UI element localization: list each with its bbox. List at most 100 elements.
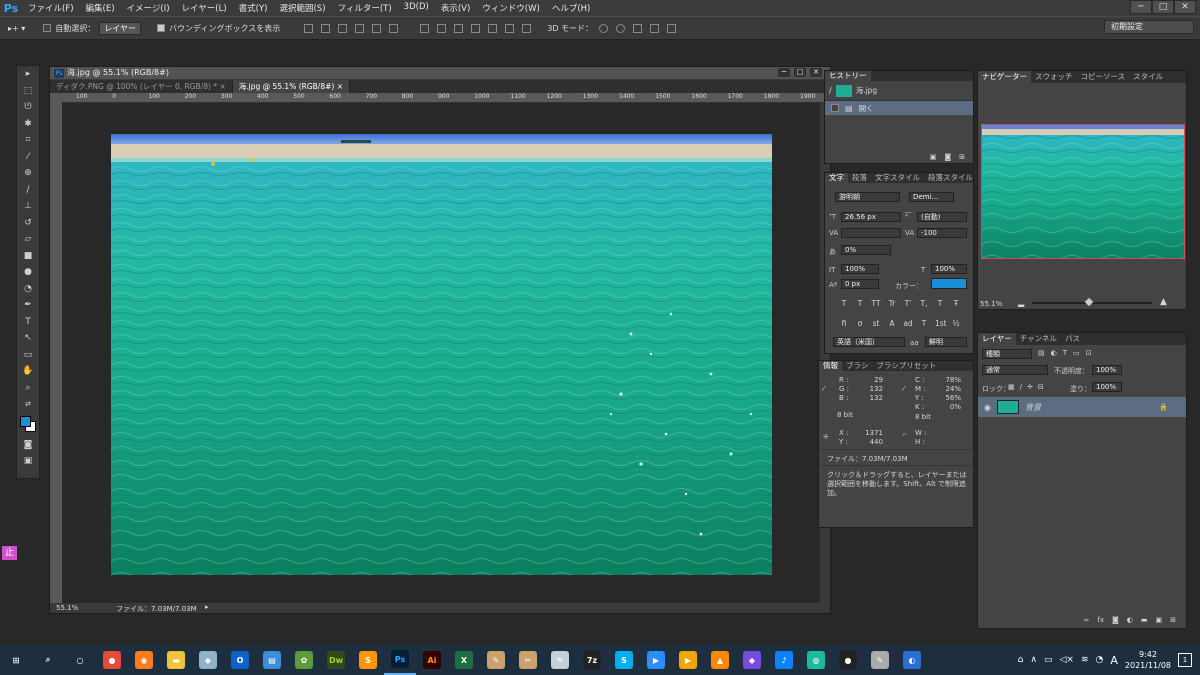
clock[interactable]: 9:42 2021/11/08 — [1125, 649, 1171, 671]
eyedropper-tool-icon[interactable]: ⁄ — [17, 149, 39, 166]
path-select-tool-icon[interactable]: ↖ — [17, 330, 39, 347]
file-size-info[interactable]: ファイル：7.03M/7.03M — [116, 604, 197, 614]
taskbar-illustrator[interactable]: Ai — [416, 645, 448, 675]
tracking-field[interactable]: -100 — [917, 228, 967, 238]
new-document-icon[interactable]: ▣ — [930, 153, 937, 161]
tray-chevron-icon[interactable]: ∧ — [1030, 655, 1037, 665]
blend-mode-dropdown[interactable]: 通常 — [982, 365, 1048, 375]
color-swatches[interactable] — [17, 413, 39, 437]
taskbar-explorer[interactable]: ▬ — [160, 645, 192, 675]
taskbar-app3[interactable]: ✿ — [288, 645, 320, 675]
taskbar-cortana[interactable]: ○ — [64, 645, 96, 675]
ime-badge[interactable]: 止 — [2, 546, 17, 560]
tab-didaku[interactable]: ディダク.PNG @ 100% (レイヤー 0, RGB/8) * × — [50, 80, 233, 93]
align-bottom-icon[interactable] — [338, 23, 348, 33]
auto-select-checkbox[interactable] — [43, 24, 52, 32]
taskbar-skype[interactable]: S — [608, 645, 640, 675]
menu-item-5[interactable]: 選択範囲(S) — [273, 2, 331, 14]
marquee-tool-icon[interactable]: ⬚ — [17, 83, 39, 100]
tray-people-icon[interactable]: ⌂ — [1018, 655, 1024, 665]
zoom-out-icon[interactable]: ▂ — [1018, 298, 1024, 307]
tray-wifi-icon[interactable]: ◔ — [1096, 655, 1104, 665]
taskbar-photoshop[interactable]: Ps — [384, 645, 416, 675]
tab-info[interactable]: 情報 — [819, 361, 842, 371]
type-style-button[interactable]: T' — [903, 299, 913, 308]
taskbar-app2[interactable]: ▤ — [256, 645, 288, 675]
move-tool-icon[interactable]: ▸+ ▾ — [8, 24, 25, 33]
rgb-eyedropper-icon[interactable]: ⁄ — [823, 385, 824, 393]
tab-close-icon[interactable]: × — [337, 82, 343, 91]
taskbar-vlc[interactable]: ▲ — [704, 645, 736, 675]
ruler-corner[interactable] — [50, 93, 62, 103]
tab-umi[interactable]: 海.jpg @ 55.1% (RGB/8#) × — [232, 80, 351, 93]
tab-swatches[interactable]: スウォッチ — [1031, 71, 1077, 83]
tray-network-icon[interactable]: ≋ — [1081, 655, 1089, 665]
fx-icon[interactable]: fx — [1097, 616, 1104, 624]
taskbar-7zip[interactable]: 7z — [576, 645, 608, 675]
layer-filter-dropdown[interactable]: 種類 — [982, 349, 1032, 359]
layer-row[interactable]: ◉ 背景 🔒 — [978, 397, 1186, 417]
close-button[interactable]: ✕ — [1174, 0, 1196, 14]
menu-item-9[interactable]: ウィンドウ(W) — [476, 2, 546, 14]
healing-brush-tool-icon[interactable]: ⊕ — [17, 165, 39, 182]
taskbar-windows[interactable]: ⊞ — [0, 645, 32, 675]
pen-tool-icon[interactable]: ✒ — [17, 297, 39, 314]
filter-smart-icon[interactable]: ⊡ — [1086, 349, 1092, 357]
swap-colors-icon[interactable]: ⇄ — [17, 396, 39, 413]
cmyk-eyedropper-icon[interactable]: ⁄ — [903, 385, 904, 393]
trash-icon[interactable]: ⊞ — [959, 153, 965, 161]
taskbar-app10[interactable]: ● — [832, 645, 864, 675]
tab-paragraph[interactable]: 段落 — [848, 173, 871, 183]
sea-photo[interactable] — [111, 134, 772, 575]
opentype-button[interactable]: st — [871, 319, 881, 328]
text-color-swatch[interactable] — [931, 278, 967, 289]
distribute-right-icon[interactable] — [505, 23, 515, 33]
workspace-dropdown[interactable]: 初期設定 — [1104, 20, 1194, 34]
distribute-bottom-icon[interactable] — [454, 23, 464, 33]
filter-type-icon[interactable]: T — [1063, 349, 1067, 357]
lock-pixels-icon[interactable]: ∕ — [1020, 383, 1022, 391]
history-item[interactable]: ▤ 開く — [825, 101, 973, 115]
taskbar-itunes[interactable]: ♪ — [768, 645, 800, 675]
taskbar-dreamweaver[interactable]: Dw — [320, 645, 352, 675]
tray-battery-icon[interactable]: ▭ — [1044, 655, 1053, 665]
layer-name[interactable]: 背景 — [1025, 402, 1041, 413]
opentype-button[interactable]: fi — [839, 319, 849, 328]
taskbar-app9[interactable]: ◍ — [800, 645, 832, 675]
delete-layer-icon[interactable]: ⊞ — [1170, 616, 1176, 624]
horizontal-scale-field[interactable]: 100% — [931, 264, 967, 274]
hand-tool-icon[interactable]: ✋ — [17, 363, 39, 380]
font-family-dropdown[interactable]: 游明朝 — [835, 192, 900, 202]
menu-item-10[interactable]: ヘルプ(H) — [546, 2, 597, 14]
camera-icon[interactable]: ◙ — [944, 153, 951, 161]
type-style-button[interactable]: T — [935, 299, 945, 308]
move-tool-icon[interactable]: ▸ — [17, 66, 39, 83]
taskbar-app12[interactable]: ◐ — [896, 645, 928, 675]
document-title-bar[interactable]: Ps 海.jpg @ 55.1% (RGB/8#) ─ □ ✕ — [50, 67, 830, 79]
taskbar-app6[interactable]: ✎ — [544, 645, 576, 675]
3d-slide-icon[interactable] — [650, 23, 660, 33]
leading-field[interactable]: (自動) — [917, 212, 967, 222]
menu-item-0[interactable]: ファイル(F) — [22, 2, 80, 14]
tab-clone-source[interactable]: コピーソース — [1077, 71, 1130, 83]
fill-field[interactable]: 100% — [1092, 382, 1122, 392]
brush-tool-icon[interactable]: ∕ — [17, 182, 39, 199]
menu-item-3[interactable]: レイヤー(L) — [176, 2, 233, 14]
tab-character-style[interactable]: 文字スタイル — [871, 173, 924, 183]
history-brush-tool-icon[interactable]: ↺ — [17, 215, 39, 232]
align-top-icon[interactable] — [304, 23, 314, 33]
dodge-tool-icon[interactable]: ◔ — [17, 281, 39, 298]
opentype-button[interactable]: ad — [903, 319, 913, 328]
vertical-ruler[interactable] — [50, 103, 62, 603]
clone-stamp-tool-icon[interactable]: ⊥ — [17, 198, 39, 215]
menu-item-7[interactable]: 3D(D) — [398, 2, 435, 14]
new-layer-icon[interactable]: ▣ — [1156, 616, 1163, 624]
opacity-field[interactable]: 100% — [1092, 365, 1122, 375]
opentype-button[interactable]: A — [887, 319, 897, 328]
taskbar-app11[interactable]: ✎ — [864, 645, 896, 675]
lock-transparent-icon[interactable]: ▦ — [1008, 383, 1015, 391]
tab-styles[interactable]: スタイル — [1129, 71, 1167, 83]
history-snapshot[interactable]: ∕ 海.jpg — [825, 81, 973, 101]
taskbar-excel[interactable]: X — [448, 645, 480, 675]
3d-rotate-icon[interactable] — [599, 23, 609, 33]
